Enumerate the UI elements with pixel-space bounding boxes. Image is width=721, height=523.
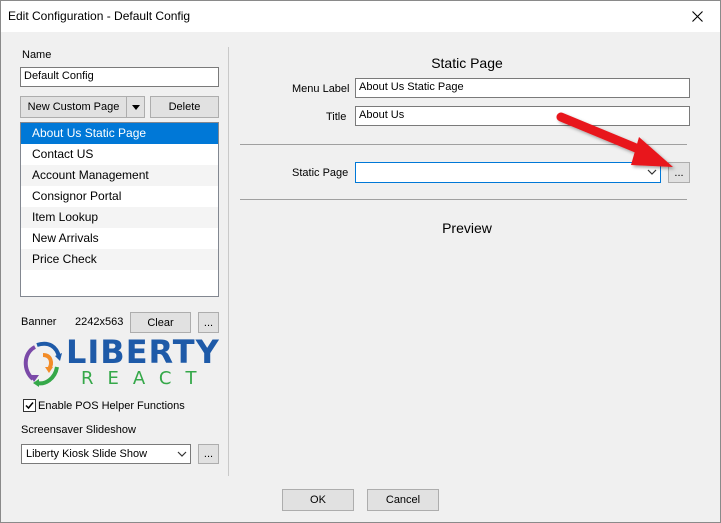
preview-label: Preview: [442, 220, 492, 236]
list-item[interactable]: Consignor Portal: [21, 186, 218, 207]
close-icon: [691, 11, 703, 22]
red-arrow-icon: [556, 112, 673, 167]
delete-button[interactable]: Delete: [150, 96, 219, 118]
edit-configuration-dialog: Edit Configuration - Default Config Name…: [0, 0, 721, 523]
screensaver-select[interactable]: Liberty Kiosk Slide Show: [21, 444, 191, 464]
screensaver-value: Liberty Kiosk Slide Show: [26, 448, 148, 460]
new-custom-page-label: New Custom Page: [27, 101, 120, 113]
screensaver-browse-button[interactable]: ...: [198, 444, 219, 464]
pos-helper-checkbox[interactable]: [23, 399, 36, 412]
menu-label-field[interactable]: About Us Static Page: [355, 78, 690, 98]
logo-text-bottom: REACT: [81, 368, 211, 389]
banner-logo: LIBERTY REACT: [21, 333, 221, 391]
pages-list[interactable]: About Us Static Page Contact US Account …: [20, 122, 219, 297]
banner-browse-button[interactable]: ...: [198, 312, 219, 333]
page-type-heading: Static Page: [431, 55, 503, 71]
logo-text-top: LIBERTY: [66, 333, 220, 371]
static-page-label: Static Page: [292, 167, 349, 179]
ok-button[interactable]: OK: [282, 489, 354, 511]
list-item[interactable]: New Arrivals: [21, 228, 218, 249]
new-custom-page-button[interactable]: New Custom Page: [20, 96, 145, 118]
cancel-button[interactable]: Cancel: [367, 489, 439, 511]
banner-size: 2242x563: [75, 316, 124, 328]
liberty-react-logo-icon: [23, 341, 62, 387]
section-divider: [240, 199, 687, 200]
name-label: Name: [22, 49, 52, 61]
clear-banner-button[interactable]: Clear: [130, 312, 191, 333]
close-button[interactable]: [674, 1, 720, 32]
panel-divider: [228, 47, 229, 476]
pos-helper-label: Enable POS Helper Functions: [38, 400, 185, 412]
chevron-down-icon: [177, 451, 187, 457]
window-title: Edit Configuration - Default Config: [8, 9, 191, 23]
menu-label-label: Menu Label: [292, 83, 350, 95]
banner-label: Banner: [21, 316, 57, 328]
list-item[interactable]: Contact US: [21, 144, 218, 165]
list-item[interactable]: Item Lookup: [21, 207, 218, 228]
title-label: Title: [326, 111, 347, 123]
name-field[interactable]: Default Config: [20, 67, 219, 87]
checkmark-icon: [25, 402, 34, 410]
title-bar: Edit Configuration - Default Config: [1, 1, 720, 32]
new-custom-page-dropdown[interactable]: [126, 97, 144, 117]
caret-down-icon: [131, 104, 140, 110]
list-item[interactable]: Account Management: [21, 165, 218, 186]
list-item[interactable]: Price Check: [21, 249, 218, 270]
screensaver-label: Screensaver Slideshow: [21, 424, 136, 436]
list-item[interactable]: About Us Static Page: [21, 123, 218, 144]
